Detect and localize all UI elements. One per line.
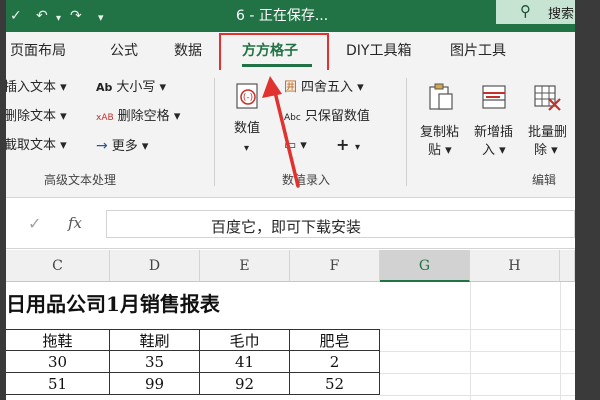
format-dropdown-button[interactable]: ▭ ▾ bbox=[284, 137, 307, 155]
batch-delete-button[interactable]: 批量删 除 ▾ bbox=[524, 78, 575, 160]
remove-spaces-icon: xAB bbox=[96, 113, 114, 123]
ribbon-body: 插入文本 ▾ 删除文本 ▾ 截取文本 ▾ Ab 大小写 ▾ xAB 删除空格 ▾ →… bbox=[6, 70, 575, 198]
round-icon: 囲 bbox=[284, 80, 298, 95]
undo-dropdown-icon[interactable]: ▾ bbox=[56, 9, 61, 29]
remove-spaces-button[interactable]: xAB 删除空格 ▾ bbox=[96, 108, 180, 127]
delete-text-button[interactable]: 删除文本 ▾ bbox=[6, 108, 67, 126]
insert-new-button[interactable]: 新增插 入 ▾ bbox=[470, 78, 522, 160]
insert-new-label-1: 新增插 bbox=[474, 125, 514, 140]
gridline bbox=[470, 282, 471, 400]
formula-value: 百度它，即可下载安装 bbox=[211, 218, 362, 236]
abc-icon: Abc bbox=[284, 113, 301, 123]
column-header-h[interactable]: H bbox=[470, 250, 560, 282]
excel-window: ✓ ↶ ▾ ↷ ▾ 6 - 正在保存... ⚲ 搜索 页面布局 公式 数据 方方… bbox=[6, 0, 575, 400]
tab-highlight-box bbox=[219, 33, 329, 72]
column-header-c[interactable]: C bbox=[6, 250, 110, 282]
copy-paste-label-1: 复制粘 bbox=[420, 125, 460, 140]
window-edge bbox=[575, 0, 600, 400]
table-cell[interactable]: 51 bbox=[6, 373, 110, 395]
tab-page-layout[interactable]: 页面布局 bbox=[10, 41, 66, 61]
insert-rows-icon bbox=[482, 85, 506, 109]
keep-values-button[interactable]: Abc 只保留数值 bbox=[284, 108, 370, 127]
column-header-g[interactable]: G bbox=[380, 250, 470, 282]
search-icon: ⚲ bbox=[520, 2, 531, 20]
copy-paste-button[interactable]: 复制粘 贴 ▾ bbox=[416, 78, 468, 160]
table-cell[interactable]: 30 bbox=[6, 351, 110, 373]
case-icon: Ab bbox=[96, 81, 113, 94]
svg-text:(-): (-) bbox=[243, 93, 253, 103]
gridline bbox=[380, 351, 575, 352]
value-button[interactable]: (-) 数值 ▾ bbox=[228, 78, 268, 158]
table-cell[interactable]: 35 bbox=[110, 351, 200, 373]
plus-button[interactable]: + ▾ bbox=[336, 136, 360, 157]
formula-controls: ✓ fx bbox=[6, 210, 104, 238]
copy-paste-label-2: 贴 ▾ bbox=[428, 143, 452, 158]
function-icon[interactable]: fx bbox=[68, 214, 82, 232]
gridline bbox=[380, 329, 575, 330]
table-cell[interactable]: 52 bbox=[290, 373, 380, 395]
sheet-grid: C D E F G H 日用品公司1月销售报表 拖鞋 鞋刷 毛巾 肥皂 30 3… bbox=[6, 250, 575, 400]
column-header-e[interactable]: E bbox=[200, 250, 290, 282]
formula-bar: ✓ fx 百度它，即可下载安装 bbox=[6, 200, 575, 249]
delete-grid-icon bbox=[534, 85, 561, 111]
more-button[interactable]: → 更多 ▾ bbox=[96, 137, 148, 156]
table-header-cell[interactable]: 肥皂 bbox=[290, 329, 380, 351]
tab-picture-tools[interactable]: 图片工具 bbox=[450, 41, 506, 61]
group-label-edit: 编辑 bbox=[532, 173, 557, 187]
check-icon[interactable]: ✓ bbox=[28, 214, 41, 233]
search-box[interactable]: ⚲ 搜索 bbox=[496, 0, 575, 24]
tab-data[interactable]: 数据 bbox=[174, 41, 202, 61]
table-header-cell[interactable]: 拖鞋 bbox=[6, 329, 110, 351]
batch-delete-label-1: 批量删 bbox=[528, 125, 568, 140]
undo-icon[interactable]: ↶ bbox=[36, 6, 48, 26]
chevron-down-icon: ▾ bbox=[354, 142, 361, 153]
gridline bbox=[560, 282, 561, 400]
search-label: 搜索 bbox=[548, 7, 575, 22]
sheet-title[interactable]: 日用品公司1月销售报表 bbox=[6, 288, 220, 317]
tab-diy-toolbox[interactable]: DIY工具箱 bbox=[346, 41, 411, 61]
formula-input[interactable]: 百度它，即可下载安装 bbox=[106, 210, 575, 238]
customize-qat-icon[interactable]: ▾ bbox=[98, 8, 104, 28]
table-header-cell[interactable]: 鞋刷 bbox=[110, 329, 200, 351]
gridline bbox=[380, 373, 575, 374]
table-cell[interactable]: 99 bbox=[110, 373, 200, 395]
document-title: 6 - 正在保存... bbox=[236, 8, 329, 24]
table-cell[interactable]: 41 bbox=[200, 351, 290, 373]
group-label-advanced-text: 高级文本处理 bbox=[44, 173, 117, 187]
case-button[interactable]: Ab 大小写 ▾ bbox=[96, 79, 166, 97]
clipboard-icon bbox=[429, 83, 453, 110]
column-header-d[interactable]: D bbox=[110, 250, 200, 282]
chevron-down-icon: ▾ bbox=[244, 143, 250, 154]
table-cell[interactable]: 92 bbox=[200, 373, 290, 395]
document-icon: ▭ bbox=[284, 138, 297, 153]
insert-new-label-2: 入 ▾ bbox=[482, 143, 506, 158]
table-header-cell[interactable]: 毛巾 bbox=[200, 329, 290, 351]
arrow-right-icon: → bbox=[96, 138, 108, 154]
column-header-partial[interactable] bbox=[560, 250, 575, 282]
value-button-label: 数值 bbox=[234, 121, 261, 136]
group-separator bbox=[214, 78, 215, 186]
insert-text-button[interactable]: 插入文本 ▾ bbox=[6, 79, 67, 97]
extract-text-button[interactable]: 截取文本 ▾ bbox=[6, 137, 67, 155]
group-label-numeric: 数值录入 bbox=[282, 173, 331, 187]
tab-formulas[interactable]: 公式 bbox=[110, 41, 138, 61]
gridline bbox=[380, 395, 575, 396]
group-separator bbox=[406, 78, 407, 186]
value-icon: (-) bbox=[236, 83, 258, 109]
redo-icon[interactable]: ↷ bbox=[70, 6, 82, 26]
title-bar: ✓ ↶ ▾ ↷ ▾ 6 - 正在保存... ⚲ 搜索 bbox=[6, 0, 575, 32]
round-button[interactable]: 囲四舍五入 ▾ bbox=[284, 79, 364, 97]
column-header-f[interactable]: F bbox=[290, 250, 380, 282]
save-check-icon[interactable]: ✓ bbox=[10, 6, 22, 26]
batch-delete-label-2: 除 ▾ bbox=[534, 143, 558, 158]
table-cell[interactable]: 2 bbox=[290, 351, 380, 373]
